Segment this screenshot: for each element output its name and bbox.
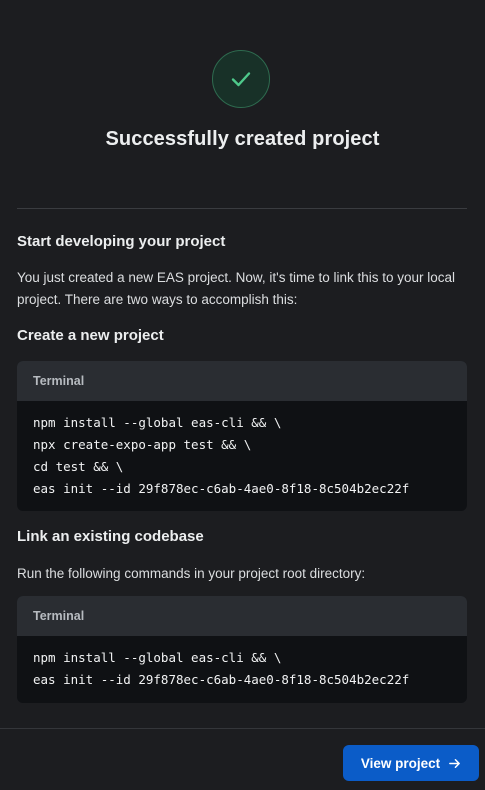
code-line: cd test && \ [33, 459, 124, 474]
page-title: Successfully created project [105, 128, 380, 150]
create-new-project-heading: Create a new project [17, 327, 164, 344]
existing-codebase-terminal: Terminal npm install --global eas-cli &&… [17, 596, 467, 703]
create-project-success-dialog: Successfully created project Start devel… [0, 0, 485, 790]
code-line: npm install --global eas-cli && \ [33, 415, 282, 430]
new-project-terminal: Terminal npm install --global eas-cli &&… [17, 361, 467, 511]
code-line: eas init --id 29f878ec-c6ab-4ae0-8f18-8c… [33, 481, 410, 496]
code-line: eas init --id 29f878ec-c6ab-4ae0-8f18-8c… [33, 672, 410, 687]
terminal-code[interactable]: npm install --global eas-cli && \ npx cr… [17, 401, 467, 500]
code-line: npx create-expo-app test && \ [33, 437, 252, 452]
link-existing-codebase-heading: Link an existing codebase [17, 528, 204, 545]
start-developing-heading: Start developing your project [17, 233, 226, 250]
arrow-right-icon [449, 758, 461, 768]
section-divider [17, 208, 467, 209]
intro-paragraph: You just created a new EAS project. Now,… [17, 270, 456, 307]
terminal-header: Terminal [17, 361, 467, 401]
view-project-button[interactable]: View project [343, 745, 479, 781]
terminal-header: Terminal [17, 596, 467, 636]
terminal-code[interactable]: npm install --global eas-cli && \ eas in… [17, 636, 467, 691]
link-existing-paragraph: Run the following commands in your proje… [17, 566, 366, 581]
checkmark-icon [231, 72, 251, 87]
code-line: npm install --global eas-cli && \ [33, 650, 282, 665]
success-checkmark-icon [212, 50, 270, 108]
footer-divider [0, 728, 485, 729]
view-project-label: View project [360, 755, 441, 771]
